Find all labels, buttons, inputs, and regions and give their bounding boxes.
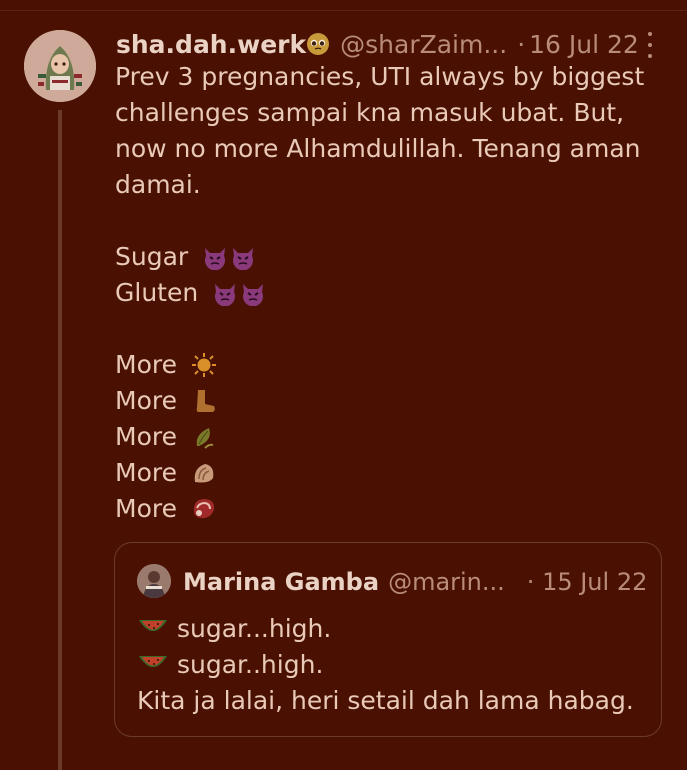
angry-devil-icon: [230, 244, 256, 271]
pleading-face-icon: [306, 32, 330, 56]
body-list-item: Gluten: [115, 275, 655, 311]
quoted-post-body: sugar...high. sugar..high. Kita ja lalai…: [137, 611, 657, 719]
body-line: Prev 3 pregnancies, UTI always by bigges…: [115, 62, 645, 91]
quoted-line-text: sugar..high.: [177, 650, 324, 679]
watermelon-icon: [137, 650, 169, 674]
quoted-body-line: sugar..high.: [137, 647, 657, 683]
thread-connector-line: [58, 110, 62, 770]
spiral-shell-icon: [191, 460, 217, 486]
watermelon-icon: [137, 614, 169, 638]
previous-post-edge: [0, 0, 687, 11]
post-header: sha.dah.werk @sharZaim... · 16 Jul 22: [116, 27, 656, 61]
quoted-line-text: sugar...high.: [177, 614, 332, 643]
cut-of-meat-icon: [191, 496, 217, 522]
more-list-item: More: [115, 419, 655, 455]
more-list-item: More: [115, 491, 655, 527]
more-options-icon[interactable]: [640, 32, 660, 58]
quoted-body-line: sugar...high.: [137, 611, 657, 647]
quoted-author-avatar[interactable]: [137, 564, 171, 598]
more-list-item: More: [115, 455, 655, 491]
quoted-author-display-name[interactable]: Marina Gamba: [183, 568, 379, 596]
item-label: Gluten: [115, 278, 199, 307]
item-label: Sugar: [115, 242, 189, 271]
sun-icon: [191, 352, 217, 378]
post-body: Prev 3 pregnancies, UTI always by bigges…: [115, 59, 655, 527]
quoted-body-line: Kita ja lalai, heri setail dah lama haba…: [137, 686, 634, 715]
author-handle[interactable]: @sharZaim...: [340, 30, 507, 59]
more-list-item: More: [115, 383, 655, 419]
body-line: damai.: [115, 170, 201, 199]
quoted-post-date[interactable]: · 15 Jul 22: [527, 568, 648, 596]
author-display-name[interactable]: sha.dah.werk: [116, 30, 306, 59]
angry-devil-icon: [240, 280, 266, 307]
item-label: More: [115, 494, 177, 523]
header-separator: ·: [517, 29, 526, 59]
item-label: More: [115, 350, 177, 379]
body-line: now no more Alhamdulillah. Tenang aman: [115, 134, 641, 163]
angry-devil-icon: [202, 244, 228, 271]
item-label: More: [115, 422, 177, 451]
body-line: challenges sampai kna masuk ubat. But,: [115, 98, 625, 127]
more-list-item: More: [115, 347, 655, 383]
quoted-post-header: Marina Gamba @marin... · 15 Jul 22: [183, 565, 647, 599]
quoted-author-handle[interactable]: @marin...: [388, 568, 505, 596]
body-list-item: Sugar: [115, 239, 655, 275]
angry-devil-icon: [212, 280, 238, 307]
foot-icon: [191, 388, 217, 414]
item-label: More: [115, 386, 177, 415]
post-date[interactable]: 16 Jul 22: [529, 30, 639, 59]
author-avatar[interactable]: [24, 30, 96, 102]
quoted-date-text: 15 Jul 22: [542, 568, 648, 596]
quoted-post-card[interactable]: Marina Gamba @marin... · 15 Jul 22 sugar…: [114, 542, 662, 737]
item-label: More: [115, 458, 177, 487]
leaf-icon: [191, 424, 217, 450]
quoted-header-separator: ·: [526, 568, 535, 596]
